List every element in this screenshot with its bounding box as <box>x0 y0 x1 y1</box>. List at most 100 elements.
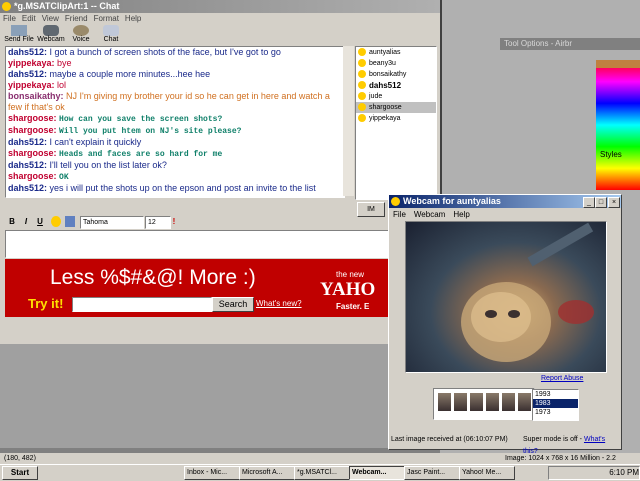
ad-headline: Less %$#&@! More :) <box>50 266 256 289</box>
report-abuse-link[interactable]: Report Abuse <box>541 375 583 382</box>
chat-title: *g.MSATClipArt:1 -- Chat <box>14 1 120 11</box>
chat-message: shargoose: How can you save the screen s… <box>8 113 223 124</box>
minimize-button[interactable]: _ <box>583 197 595 208</box>
maximize-button[interactable]: □ <box>595 197 607 208</box>
chat-icon <box>103 25 119 36</box>
voice-icon <box>73 25 89 36</box>
ad-search-button[interactable]: Search <box>212 297 254 312</box>
smiley-icon <box>358 114 366 122</box>
thumbnail[interactable] <box>486 393 499 411</box>
buddy-item[interactable]: beany3u <box>356 58 436 69</box>
message-input[interactable] <box>5 230 392 258</box>
chat-menu-bar: File Edit View Friend Format Help <box>0 13 440 24</box>
cursor-coordinates: (180, 482) <box>4 455 36 462</box>
buddy-item[interactable]: bonsaikathy <box>356 69 436 80</box>
smiley-icon <box>358 59 366 67</box>
menu-friend[interactable]: Friend <box>65 14 88 23</box>
thumbnail[interactable] <box>438 393 451 411</box>
chat-title-bar[interactable]: *g.MSATClipArt:1 -- Chat <box>0 0 440 13</box>
chat-button[interactable]: Chat <box>96 24 126 46</box>
menu-format[interactable]: Format <box>94 14 119 23</box>
smiley-icon <box>358 48 366 56</box>
start-button[interactable]: Start <box>2 466 38 480</box>
thumbnail[interactable] <box>454 393 467 411</box>
chat-message: dahs512: I'll tell you on the list later… <box>8 160 167 170</box>
chat-window: *g.MSATClipArt:1 -- Chat File Edit View Fri… <box>0 0 442 344</box>
menu-file[interactable]: File <box>393 210 406 219</box>
voice-button[interactable]: Voice <box>66 24 96 46</box>
styles-label: Styles <box>600 150 622 159</box>
clay-sculpture-image <box>461 222 594 362</box>
yahoo-logo: YAHO <box>320 279 376 300</box>
menu-edit[interactable]: Edit <box>22 14 36 23</box>
task-chat[interactable]: *g.MSATCl... <box>294 466 350 480</box>
task-inbox[interactable]: Inbox - Mic... <box>184 466 240 480</box>
bold-button[interactable]: B <box>7 216 17 227</box>
webcam-menu-bar: File Webcam Help <box>389 209 474 220</box>
buddy-item[interactable]: auntyalias <box>356 47 436 58</box>
send-file-icon <box>11 25 27 36</box>
font-size-select[interactable]: 12 <box>145 216 171 229</box>
chat-message: shargoose: Heads and faces are so hard f… <box>8 148 223 159</box>
font-select[interactable]: Tahoma <box>80 216 144 229</box>
menu-help[interactable]: Help <box>453 210 469 219</box>
ad-try-it: Try it! <box>28 296 64 311</box>
webcam-icon <box>391 197 400 206</box>
chat-message: shargoose: Will you put htem on NJ's sit… <box>8 125 242 136</box>
smiley-icon <box>358 81 366 89</box>
webcam-window: Webcam for auntyalias _ □ × File Webcam He… <box>388 194 622 455</box>
year-item-selected[interactable]: 1983 <box>533 399 578 408</box>
task-microsoft-access[interactable]: Microsoft A... <box>239 466 295 480</box>
task-yahoo-messenger[interactable]: Yahoo! Me... <box>459 466 515 480</box>
close-button[interactable]: × <box>608 197 620 208</box>
status-bar: (180, 482) Image: 1024 x 768 x 16 Millio… <box>0 453 640 473</box>
chat-message: dahs512: I can't explain it quickly <box>8 137 142 147</box>
last-image-received: Last image received at (06:10:07 PM) <box>391 436 508 443</box>
task-jasc-paint[interactable]: Jasc Paint... <box>404 466 460 480</box>
webcam-title: Webcam for auntyalias <box>403 196 501 206</box>
system-tray: 6:10 PM <box>548 466 640 480</box>
chat-message: yippekaya: bye <box>8 58 72 68</box>
send-file-button[interactable]: Send File <box>4 24 34 46</box>
color-icon[interactable] <box>65 216 75 227</box>
year-item[interactable]: 1993 <box>533 390 578 399</box>
chat-scrollbar[interactable] <box>343 46 354 196</box>
menu-webcam[interactable]: Webcam <box>414 210 445 219</box>
ad-search-input[interactable] <box>72 297 212 312</box>
chat-message: dahs512: yes i will put the shots up on … <box>8 183 316 193</box>
tool-options-panel-title[interactable]: Tool Options - Airbr <box>500 38 640 50</box>
chat-message: bonsaikathy: NJ I'm giving my brother yo… <box>8 91 330 112</box>
menu-file[interactable]: File <box>3 14 16 23</box>
taskbar: Start Inbox - Mic... Microsoft A... *g.M… <box>0 464 640 481</box>
menu-help[interactable]: Help <box>125 14 141 23</box>
italic-button[interactable]: I <box>21 216 31 227</box>
underline-button[interactable]: U <box>35 216 45 227</box>
webcam-status-bar: Last image received at (06:10:07 PM) Sup… <box>391 434 619 455</box>
color-palette[interactable] <box>596 60 640 190</box>
buddy-item[interactable]: jude <box>356 91 436 102</box>
palette-swatch[interactable] <box>596 60 640 68</box>
buddy-list: auntyalias beany3u bonsaikathy dahs512 j… <box>355 46 437 200</box>
buddy-item[interactable]: shargoose <box>356 102 436 113</box>
thumbnail[interactable] <box>470 393 483 411</box>
webcam-button[interactable]: Webcam <box>36 24 66 46</box>
chat-message-log[interactable]: dahs512: I got a bunch of screen shots o… <box>5 46 345 198</box>
ad-the-new: the new <box>336 270 365 279</box>
buddy-item[interactable]: yippekaya <box>356 113 436 124</box>
webcam-thumbnails <box>433 388 535 420</box>
clock[interactable]: 6:10 PM <box>609 468 639 477</box>
task-webcam[interactable]: Webcam... <box>349 466 405 480</box>
ad-whats-new-link[interactable]: What's new? <box>256 299 302 308</box>
messenger-icon <box>2 2 11 11</box>
year-list[interactable]: 1993 1983 1973 <box>532 389 579 421</box>
thumbnail[interactable] <box>502 393 515 411</box>
smiley-icon <box>358 103 366 111</box>
smiley-icon <box>358 92 366 100</box>
smiley-icon <box>358 70 366 78</box>
year-item[interactable]: 1973 <box>533 408 578 417</box>
chat-message: dahs512: maybe a couple more minutes...h… <box>8 69 211 79</box>
thumbnail[interactable] <box>518 393 531 411</box>
menu-view[interactable]: View <box>42 14 59 23</box>
emoticon-icon[interactable] <box>51 216 61 227</box>
buddy-item[interactable]: dahs512 <box>356 80 436 91</box>
